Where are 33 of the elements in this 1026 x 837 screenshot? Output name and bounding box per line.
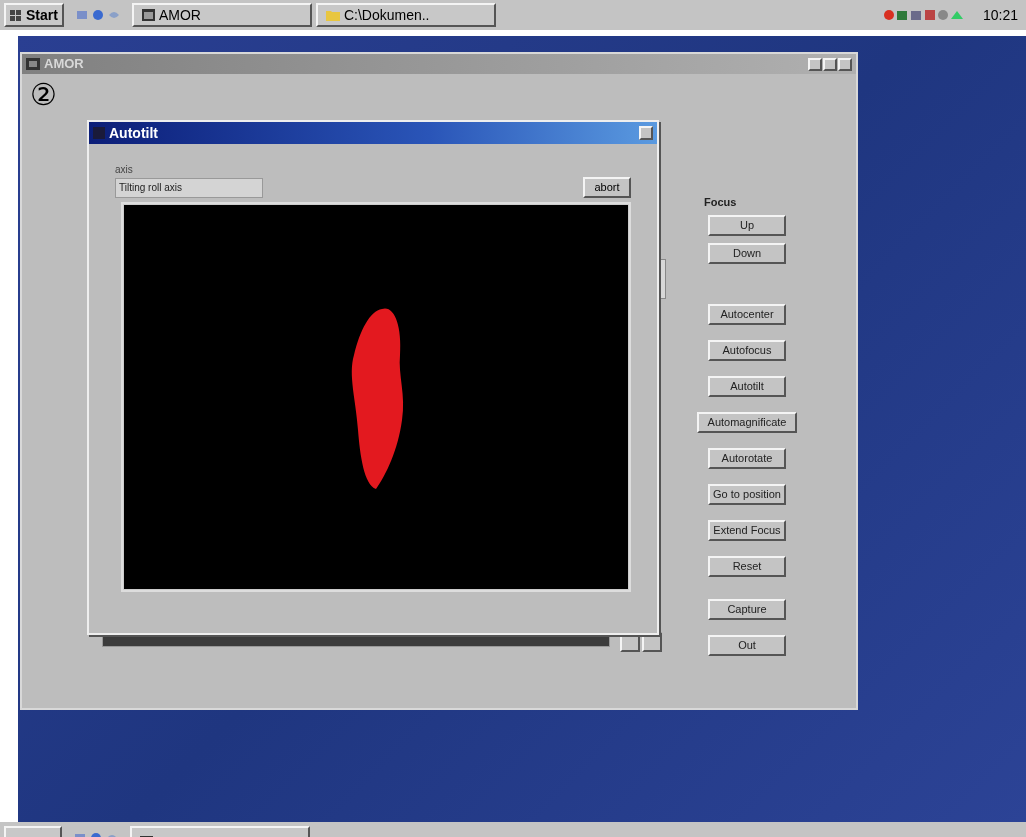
app-icon <box>93 127 105 139</box>
start-button[interactable]: Start <box>4 3 64 27</box>
panel-button[interactable]: Autotilt <box>708 375 786 397</box>
folder-icon <box>325 9 340 21</box>
field-label: axis <box>115 163 134 177</box>
abort-button[interactable]: abort <box>583 177 631 198</box>
panel-button[interactable]: Down <box>708 242 786 264</box>
windows-logo-icon <box>10 9 22 21</box>
step-marker: ② <box>30 78 57 111</box>
panel-button[interactable]: Go to position <box>708 483 786 505</box>
focus-label: Focus <box>703 195 737 210</box>
window-title: AMOR <box>44 55 84 74</box>
window-icon <box>141 9 155 21</box>
maximize-button[interactable] <box>823 57 837 71</box>
taskbar-button[interactable]: AMOR <box>131 3 312 27</box>
minimize-button[interactable] <box>808 57 822 71</box>
close-button[interactable] <box>639 126 653 140</box>
dialog-title: Autotilt <box>109 123 158 143</box>
panel-button[interactable]: Capture <box>708 598 786 620</box>
panel-button[interactable]: Autorotate <box>708 447 786 469</box>
panel-button[interactable]: Out <box>708 634 786 656</box>
clock: 10:21 <box>982 5 1018 25</box>
panel-button[interactable]: Autofocus <box>708 339 786 361</box>
close-button[interactable] <box>838 57 852 71</box>
app-icon <box>26 58 40 70</box>
panel-button[interactable]: Up <box>708 214 786 236</box>
panel-button[interactable]: Extend Focus <box>708 519 786 541</box>
taskbar-button[interactable]: C:\Dokumen.. <box>315 3 496 27</box>
panel-button[interactable]: Automagnificate <box>697 411 797 433</box>
panel-button[interactable]: Autocenter <box>708 303 786 325</box>
quick-launch-icon[interactable] <box>91 9 104 21</box>
axis-field[interactable]: Tilting roll axis <box>115 177 263 198</box>
panel-button[interactable]: Reset <box>708 555 786 577</box>
